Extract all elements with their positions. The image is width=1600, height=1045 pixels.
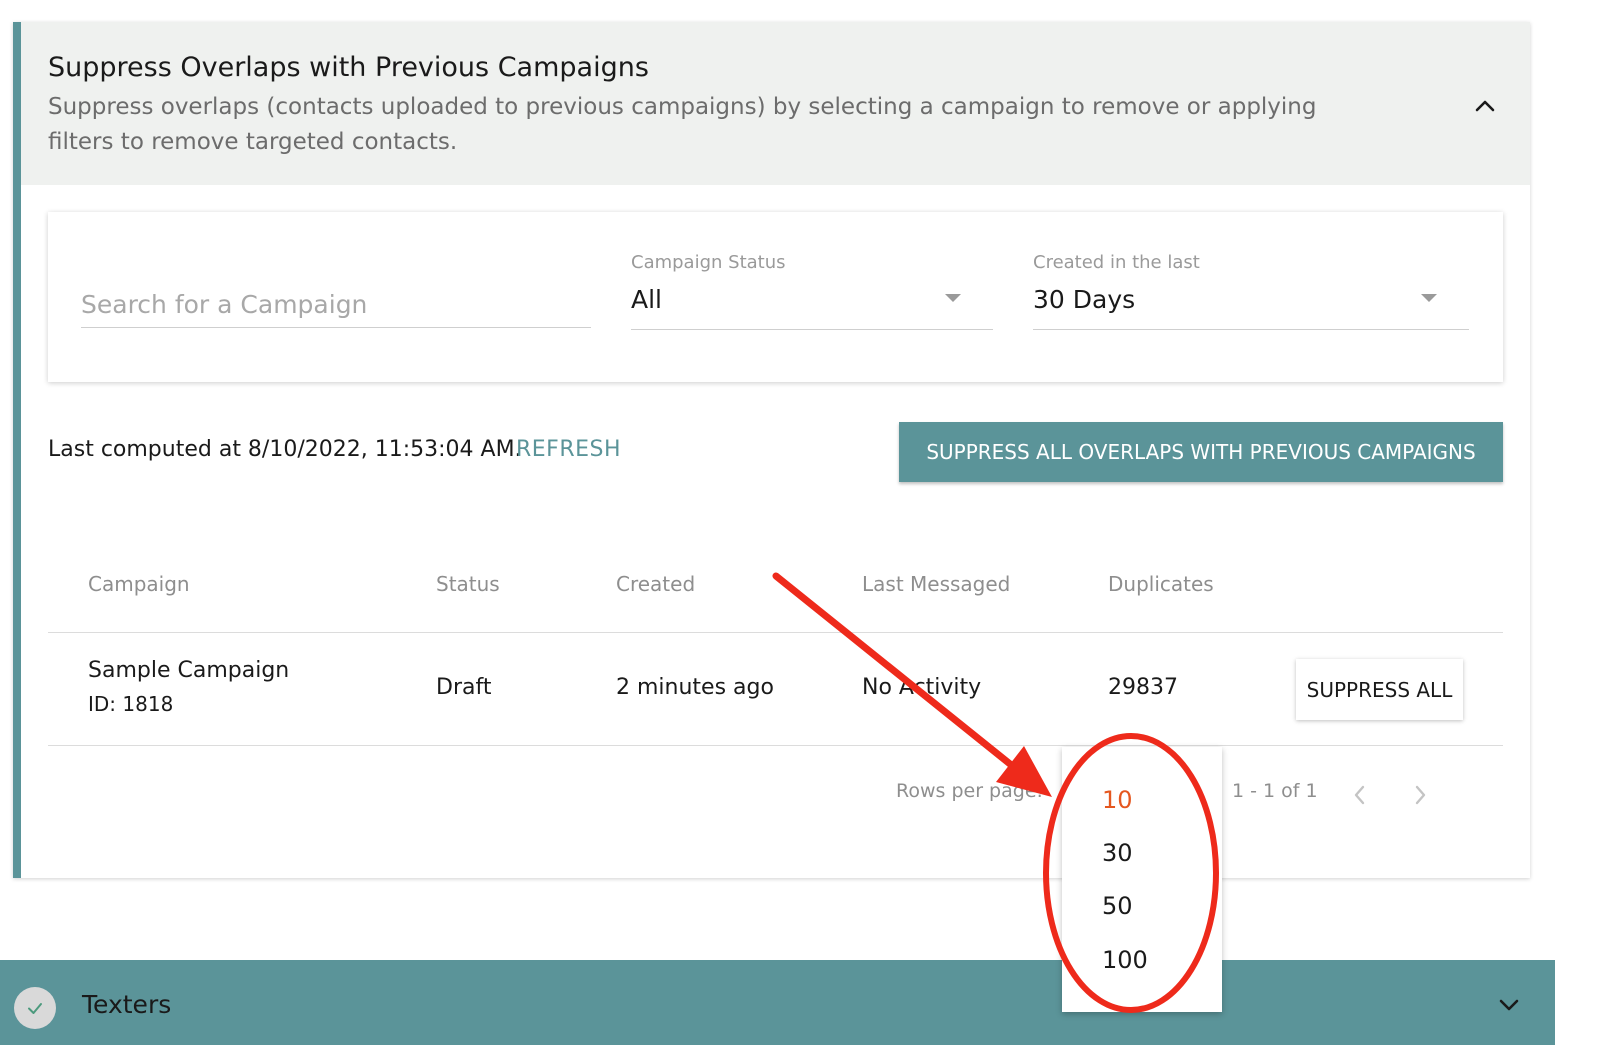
created-in-last-label: Created in the last — [1033, 252, 1200, 273]
filter-panel: Campaign Status All Created in the last … — [48, 212, 1503, 382]
texters-section-header[interactable]: Texters — [0, 960, 1555, 1045]
page: Suppress Overlaps with Previous Campaign… — [0, 0, 1600, 1045]
refresh-button[interactable]: REFRESH — [516, 437, 621, 462]
campaign-status-select[interactable]: Campaign Status All — [631, 252, 993, 330]
campaign-last-messaged: No Activity — [862, 675, 982, 700]
column-header-duplicates[interactable]: Duplicates — [1108, 572, 1214, 596]
dropdown-caret-icon — [1421, 294, 1437, 302]
chevron-down-icon[interactable] — [1497, 993, 1521, 1017]
dropdown-caret-icon — [945, 294, 961, 302]
column-header-status[interactable]: Status — [436, 572, 500, 596]
campaign-search-input[interactable] — [81, 282, 591, 327]
created-in-last-value: 30 Days — [1033, 285, 1136, 314]
rows-option-50[interactable]: 50 — [1062, 879, 1222, 932]
campaign-name: Sample Campaign — [88, 658, 290, 683]
rows-option-30[interactable]: 30 — [1062, 826, 1222, 879]
campaign-status-value: All — [631, 285, 662, 314]
table-divider — [48, 632, 1503, 633]
section-title: Suppress Overlaps with Previous Campaign… — [48, 52, 649, 83]
completed-check-icon — [14, 987, 56, 1029]
campaign-id: ID: 1818 — [88, 692, 174, 716]
suppress-overlaps-card: Suppress Overlaps with Previous Campaign… — [13, 22, 1530, 878]
next-page-icon[interactable] — [1410, 781, 1430, 809]
campaign-created: 2 minutes ago — [616, 675, 774, 700]
chevron-up-icon[interactable] — [1473, 94, 1497, 118]
table-divider — [48, 745, 1503, 746]
column-header-last-messaged[interactable]: Last Messaged — [862, 572, 1010, 596]
campaign-status: Draft — [436, 675, 492, 700]
rows-per-page-menu: 10 30 50 100 — [1062, 747, 1222, 1012]
suppress-all-overlaps-button[interactable]: SUPPRESS ALL OVERLAPS WITH PREVIOUS CAMP… — [899, 422, 1503, 482]
campaign-search-field[interactable] — [81, 282, 591, 328]
suppress-all-button[interactable]: SUPPRESS ALL — [1296, 659, 1463, 720]
check-icon — [28, 1003, 42, 1014]
pagination-range: 1 - 1 of 1 — [1232, 780, 1318, 802]
card-header[interactable]: Suppress Overlaps with Previous Campaign… — [21, 22, 1530, 185]
rows-per-page-label: Rows per page: — [896, 780, 1043, 802]
rows-option-100[interactable]: 100 — [1062, 933, 1222, 986]
column-header-created[interactable]: Created — [616, 572, 695, 596]
campaign-duplicates: 29837 — [1108, 675, 1178, 700]
last-computed-text: Last computed at 8/10/2022, 11:53:04 AM. — [48, 437, 522, 462]
campaign-status-label: Campaign Status — [631, 252, 786, 273]
rows-option-10[interactable]: 10 — [1062, 773, 1222, 826]
previous-page-icon[interactable] — [1350, 781, 1370, 809]
column-header-campaign[interactable]: Campaign — [88, 572, 190, 596]
texters-label: Texters — [82, 990, 172, 1019]
section-description: Suppress overlaps (contacts uploaded to … — [48, 94, 1317, 155]
created-in-last-select[interactable]: Created in the last 30 Days — [1033, 252, 1469, 330]
